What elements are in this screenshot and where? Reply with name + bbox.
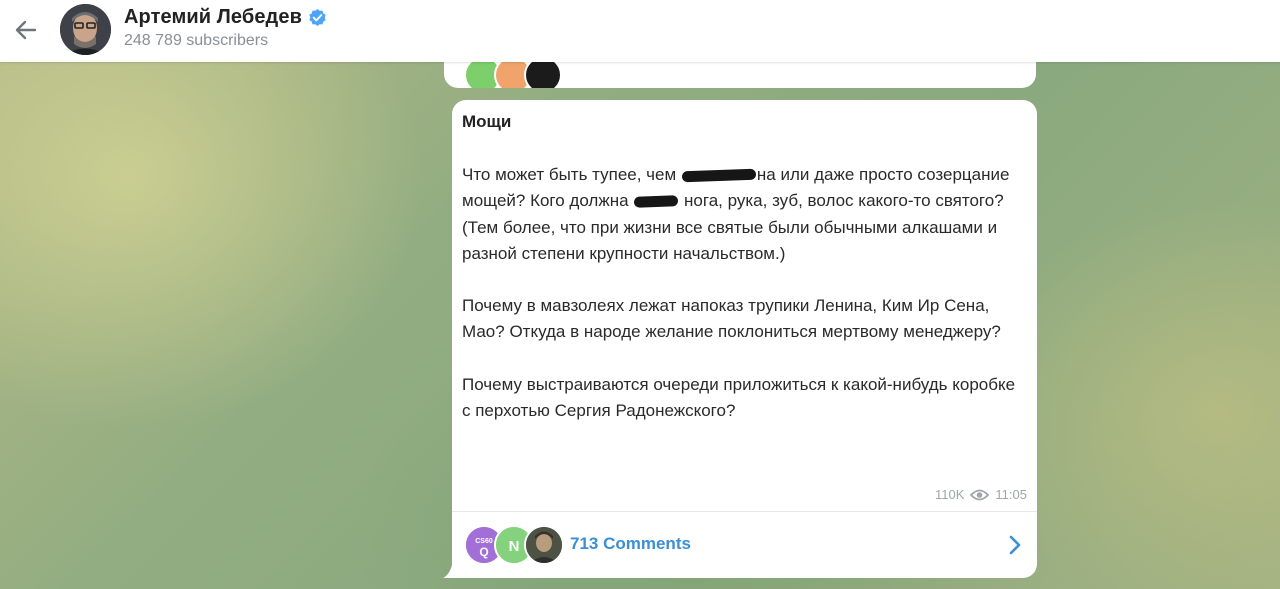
view-count: 110K bbox=[935, 487, 965, 502]
comments-count: 713 Comments bbox=[570, 534, 691, 553]
arrow-left-icon bbox=[15, 20, 37, 40]
channel-avatar[interactable] bbox=[60, 4, 111, 55]
channel-name: Артемий Лебедев bbox=[124, 6, 302, 28]
verified-badge-icon bbox=[309, 8, 326, 27]
chat-header: Артемий Лебедев 248 789 subscribers bbox=[0, 0, 1280, 62]
channel-title-row[interactable]: Артемий Лебедев bbox=[124, 6, 327, 29]
redaction-mark bbox=[681, 168, 757, 183]
message-time: 11:05 bbox=[995, 487, 1027, 502]
message-meta: 110K 11:05 bbox=[935, 487, 1027, 502]
message-body: Что может быть тупее, чем на или даже пр… bbox=[462, 162, 1022, 450]
subscriber-count: 248 789 subscribers bbox=[124, 32, 269, 49]
svg-text:Q: Q bbox=[479, 545, 488, 559]
message-card[interactable]: Мощи Что может быть тупее, чем на или да… bbox=[452, 100, 1037, 578]
message-paragraph: Почему выстраиваются очереди приложиться… bbox=[462, 374, 1016, 421]
back-button[interactable] bbox=[6, 10, 46, 50]
comment-avatar bbox=[524, 525, 564, 565]
message-paragraph: Почему в мавзолеях лежат напоказ трупики… bbox=[462, 296, 1001, 342]
svg-text:CS60: CS60 bbox=[475, 538, 493, 545]
svg-text:N: N bbox=[509, 538, 520, 555]
eye-icon bbox=[970, 489, 990, 500]
redaction-mark bbox=[634, 195, 679, 209]
chevron-right-icon bbox=[1009, 535, 1021, 555]
comments-button[interactable]: CS60 Q N 713 Comments bbox=[452, 512, 1037, 578]
message-paragraph: Что может быть тупее, чем на или даже пр… bbox=[462, 165, 1010, 263]
message-title: Мощи bbox=[462, 112, 512, 131]
